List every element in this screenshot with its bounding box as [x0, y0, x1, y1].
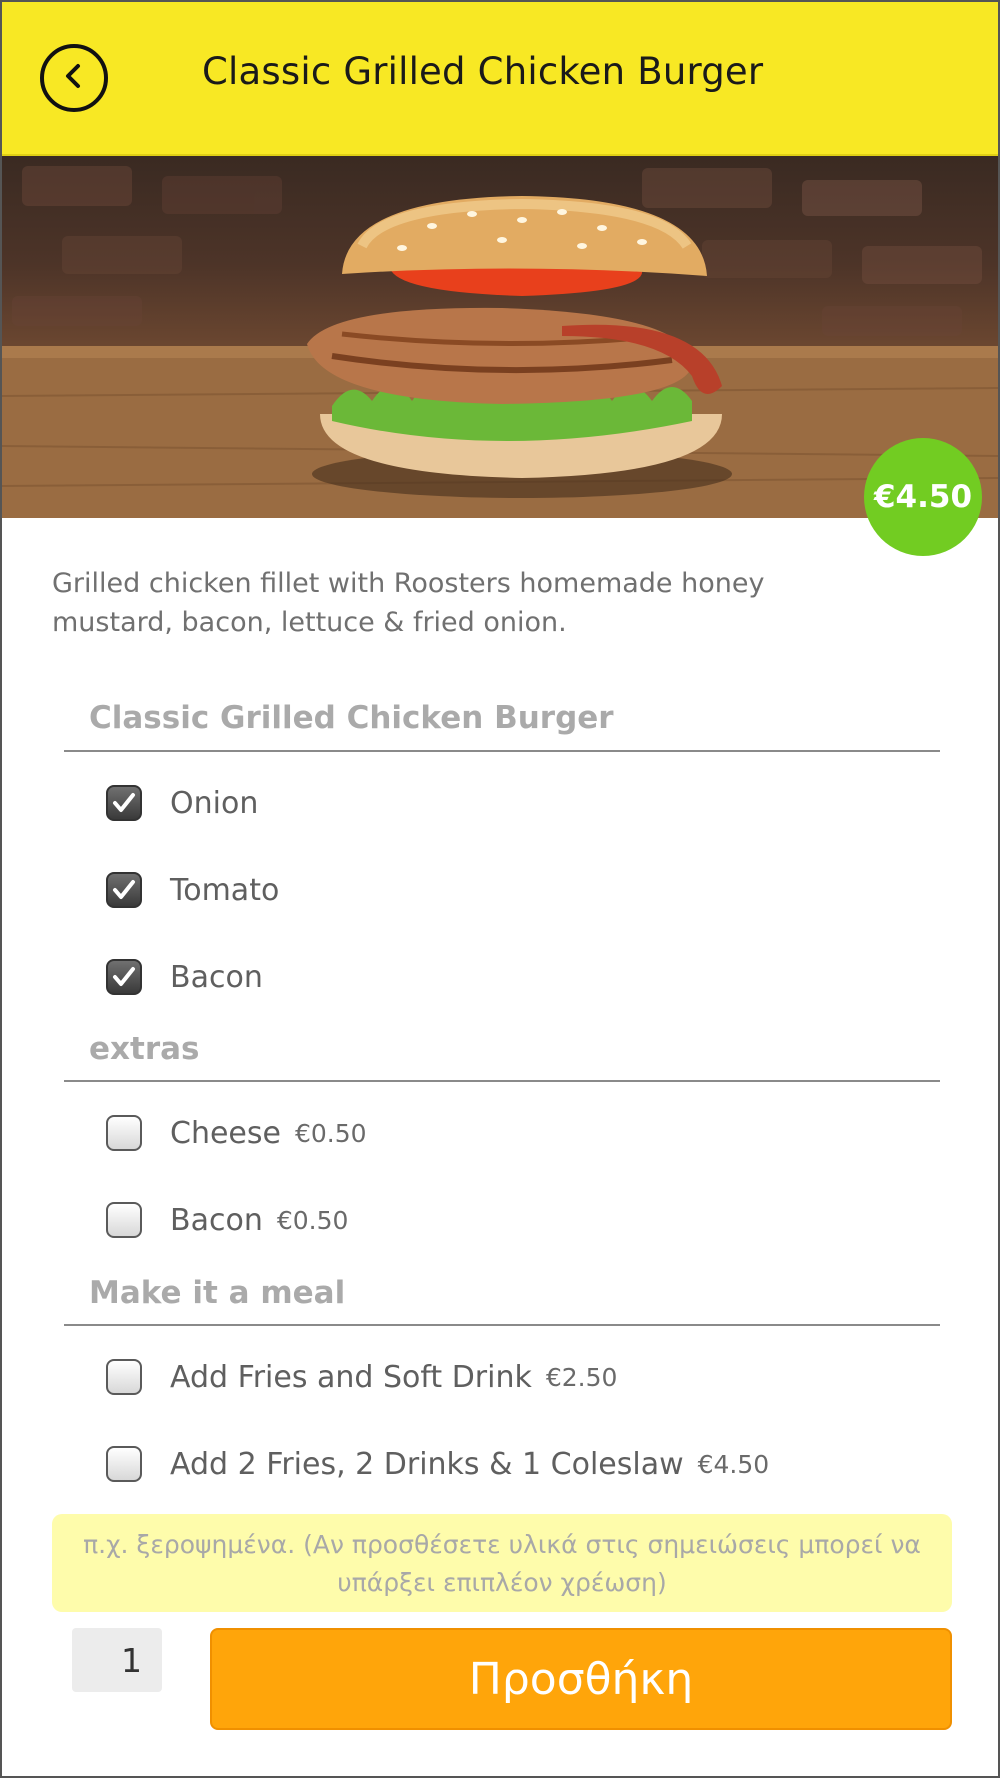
product-detail-screen: Classic Grilled Chicken Burger €4.50 Gri…	[0, 0, 1000, 1778]
checkbox-checked[interactable]	[106, 785, 142, 821]
option-label: Add 2 Fries, 2 Drinks & 1 Coleslaw	[170, 1446, 684, 1482]
quantity-input[interactable]: 1	[72, 1628, 162, 1692]
checkbox-unchecked[interactable]	[106, 1359, 142, 1395]
option-label: Bacon	[170, 1202, 263, 1238]
price-badge: €4.50	[864, 438, 982, 556]
checkmark-icon	[113, 793, 135, 812]
checkmark-icon	[113, 880, 135, 899]
checkbox-checked[interactable]	[106, 959, 142, 995]
burger-photo	[2, 166, 998, 518]
add-to-cart-button[interactable]: Προσθήκη	[210, 1628, 952, 1730]
option-fries-drink[interactable]: Add Fries and Soft Drink €2.50	[106, 1357, 617, 1397]
option-price: €0.50	[276, 1205, 349, 1235]
option-label: Cheese	[170, 1115, 281, 1151]
section-divider	[64, 1324, 940, 1326]
option-price: €4.50	[697, 1449, 770, 1479]
checkmark-icon	[113, 967, 135, 986]
option-label: Onion	[170, 785, 259, 821]
option-family-meal[interactable]: Add 2 Fries, 2 Drinks & 1 Coleslaw €4.50	[106, 1444, 769, 1484]
product-description: Grilled chicken fillet with Roosters hom…	[52, 568, 765, 638]
back-arrow-icon	[59, 61, 89, 95]
checkbox-unchecked[interactable]	[106, 1115, 142, 1151]
checkbox-unchecked[interactable]	[106, 1202, 142, 1238]
option-onion[interactable]: Onion	[106, 783, 258, 823]
section-title-burger: Classic Grilled Chicken Burger	[89, 700, 614, 736]
section-divider	[64, 1080, 940, 1082]
section-title-meal: Make it a meal	[89, 1275, 346, 1311]
option-label: Add Fries and Soft Drink	[170, 1359, 532, 1395]
header-bar: Classic Grilled Chicken Burger	[2, 2, 998, 156]
option-label: Bacon	[170, 959, 263, 995]
option-price: €0.50	[294, 1118, 367, 1148]
checkbox-checked[interactable]	[106, 872, 142, 908]
option-cheese[interactable]: Cheese €0.50	[106, 1113, 367, 1153]
option-bacon[interactable]: Bacon	[106, 957, 263, 997]
section-divider	[64, 750, 940, 752]
option-tomato[interactable]: Tomato	[106, 870, 279, 910]
notes-input[interactable]: π.χ. ξεροψημένα. (Αν προσθέσετε υλικά στ…	[52, 1514, 952, 1612]
product-image	[2, 156, 998, 518]
option-price: €2.50	[545, 1362, 618, 1392]
page-title: Classic Grilled Chicken Burger	[202, 50, 764, 93]
option-extra-bacon[interactable]: Bacon €0.50	[106, 1200, 348, 1240]
checkbox-unchecked[interactable]	[106, 1446, 142, 1482]
option-label: Tomato	[170, 872, 280, 908]
section-title-extras: extras	[89, 1031, 200, 1067]
back-button[interactable]	[40, 44, 108, 112]
